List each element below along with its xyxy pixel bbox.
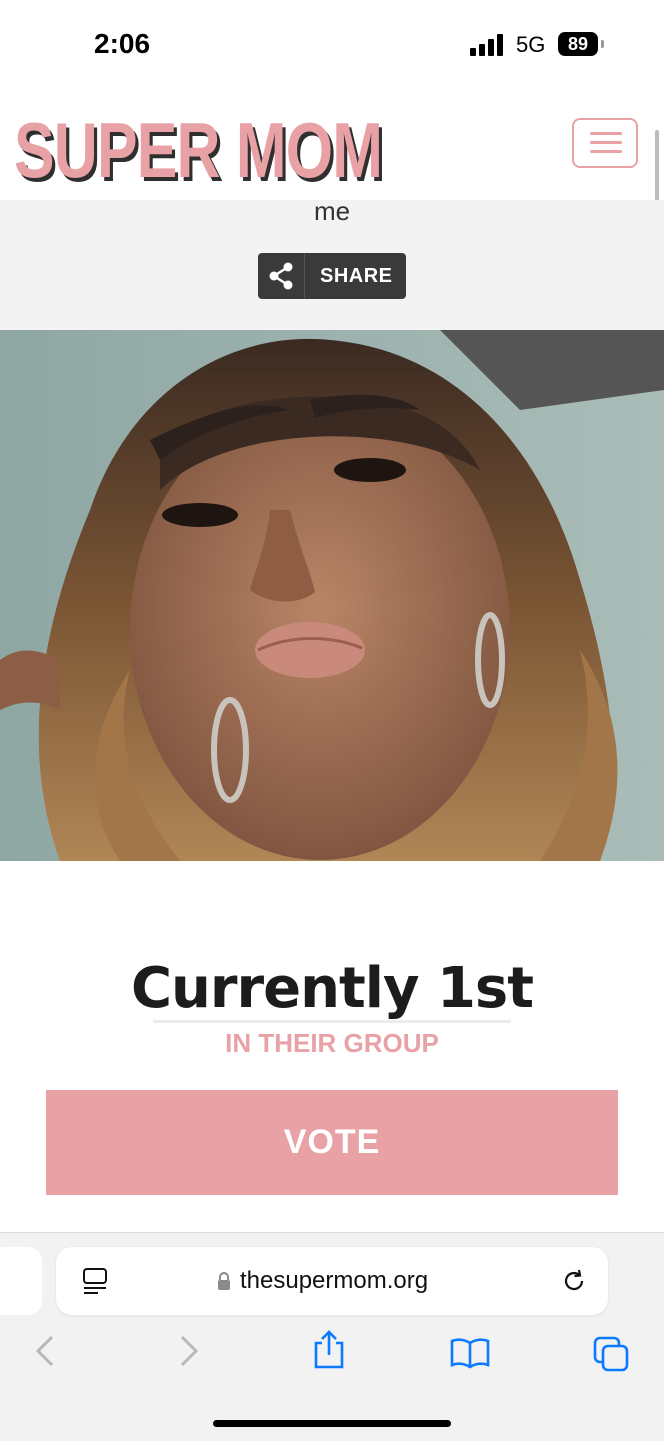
site-logo[interactable]: SUPER MOM	[14, 110, 383, 190]
lock-icon	[218, 1272, 230, 1290]
vote-button[interactable]: VOTE	[46, 1090, 618, 1195]
url-text: thesupermom.org	[240, 1267, 429, 1294]
share-button[interactable]: SHARE	[258, 253, 406, 299]
status-time: 2:06	[94, 28, 151, 59]
signal-icon	[470, 34, 506, 56]
reload-icon[interactable]	[560, 1267, 588, 1295]
menu-line-icon	[590, 150, 622, 153]
bookmarks-icon[interactable]	[450, 1337, 490, 1369]
profile-photo[interactable]	[0, 330, 664, 861]
forward-icon[interactable]	[176, 1333, 202, 1369]
tabs-icon[interactable]	[592, 1335, 630, 1373]
rank-divider	[153, 1020, 511, 1023]
share-icon	[258, 253, 305, 299]
share-label: SHARE	[320, 265, 393, 287]
address-bar[interactable]: thesupermom.org	[56, 1247, 608, 1315]
profile-name-fragment: me	[313, 196, 351, 226]
rank-subtitle: IN THEIR GROUP	[225, 1028, 439, 1058]
site-header: SUPER MOM	[0, 92, 664, 200]
menu-line-icon	[590, 132, 622, 135]
rank-heading: Currently 1st	[130, 956, 534, 1021]
previous-tab-preview[interactable]	[0, 1247, 42, 1315]
status-bar: 2:06 5G 89	[0, 0, 664, 92]
home-indicator	[213, 1420, 451, 1427]
reader-icon[interactable]	[82, 1267, 108, 1295]
network-type: 5G	[516, 32, 546, 57]
battery-tip	[601, 40, 604, 48]
hamburger-menu-button[interactable]	[572, 118, 638, 168]
share-sheet-icon[interactable]	[312, 1329, 346, 1371]
browser-bottom-bar: thesupermom.org	[0, 1232, 664, 1441]
menu-line-icon	[590, 141, 622, 144]
battery-icon: 89	[558, 32, 598, 56]
back-icon[interactable]	[32, 1333, 58, 1369]
